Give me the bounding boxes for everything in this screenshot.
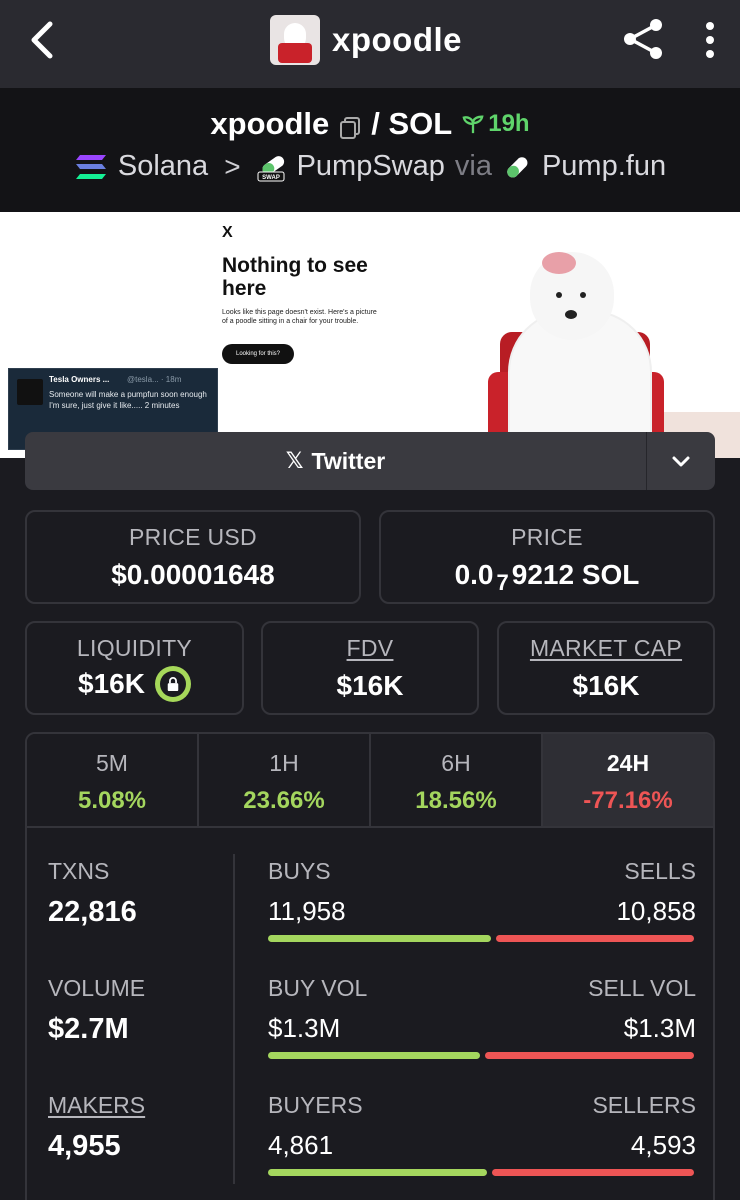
buys-bar [268,935,491,942]
buyers-bar [268,1169,487,1176]
poodle-eye [580,292,586,298]
tab-24h[interactable]: 24H -77.16% [543,734,713,826]
price-native-label: PRICE [511,524,583,550]
twitter-label: Twitter [311,447,386,474]
sellers-value: 4,593 [630,1130,696,1160]
pumpswap-icon: SWAP [257,155,285,181]
header-banner-image: X Nothing to see here Looks like this pa… [0,212,740,458]
banner-subtext: Looks like this page doesn't exist. Here… [222,309,377,325]
twitter-button[interactable]: 𝕏 Twitter [25,432,647,490]
buy-vol-value: $1.3M [268,1013,341,1043]
banner-button: Looking for this? [222,344,294,364]
sellers-bar [492,1169,694,1176]
share-icon[interactable] [620,16,666,62]
volume-label: VOLUME [48,975,146,1001]
launchpad-link[interactable]: Pump.fun [542,150,666,183]
pair-age: 19h [462,110,530,138]
tweet-text: Someone will make a pumpfun soon enough … [49,390,207,410]
sell-vol-value: $1.3M [623,1013,696,1043]
makers-value: 4,955 [48,1130,121,1162]
price-usd-card: PRICE USD $0.00001648 [25,510,361,604]
via-label: via [454,150,492,182]
lock-icon[interactable] [154,666,191,702]
sells-label: SELLS [624,858,696,884]
market-cap-value: $16K [572,670,640,701]
copy-icon[interactable] [339,112,361,139]
txns-label: TXNS [48,858,110,884]
poodle-eye [556,292,562,298]
buys-value: 11,958 [268,896,346,926]
txns-value: 22,816 [48,896,137,928]
tab-1h[interactable]: 1H 23.66% [199,734,371,826]
makers-label[interactable]: MAKERS [48,1092,145,1119]
x-logo-icon: 𝕏 [285,448,304,473]
tab-5m[interactable]: 5M 5.08% [27,734,199,826]
fdv-value: $16K [336,670,404,701]
sells-value: 10,858 [616,896,696,926]
sell-vol-label: SELL VOL [588,975,696,1001]
market-cap-label[interactable]: MARKET CAP [499,635,713,662]
poodle-nose [565,310,577,319]
volume-row: VOLUME $2.7M BUY VOL $1.3M SELL VOL $1.3… [27,973,717,1083]
app-bar: xpoodle [0,0,740,88]
buy-vol-label: BUY VOL [268,975,368,1001]
tweet-handle: @tesla... · 18m [127,375,182,384]
tweet-name: Tesla Owners ... [49,375,110,384]
app-title: xpoodle [332,21,463,58]
dex-link[interactable]: PumpSwap [297,150,445,183]
liquidity-card: LIQUIDITY $16K [25,621,244,715]
banner-headline: Nothing to see here [222,254,368,300]
txns-row: TXNS 22,816 BUYS 11,958 SELLS 10,858 [27,856,717,966]
buy-vol-bar [268,1052,480,1059]
liquidity-label: LIQUIDITY [76,635,193,661]
price-usd-value: $0.00001648 [111,559,275,590]
sellers-label: SELLERS [592,1092,696,1118]
volume-value: $2.7M [48,1013,129,1045]
fdv-label[interactable]: FDV [263,635,477,662]
buys-label: BUYS [268,858,331,884]
buyers-value: 4,861 [268,1130,334,1160]
poodle-bow [542,252,576,274]
sell-vol-bar [485,1052,694,1059]
pair-quote: / SOL [371,106,453,141]
liquidity-value: $16K [27,666,242,702]
chain-link[interactable]: Solana [118,150,208,183]
fdv-card: FDV $16K [261,621,479,715]
solana-logo-icon [75,154,106,179]
back-arrow-icon[interactable] [22,18,62,62]
price-usd-label: PRICE USD [129,524,257,550]
makers-row: MAKERS 4,955 BUYERS 4,861 SELLERS 4,593 [27,1090,717,1200]
stats-panel: TXNS 22,816 BUYS 11,958 SELLS 10,858 VOL… [25,826,715,1200]
more-vertical-icon[interactable] [700,18,720,62]
token-avatar [270,15,320,65]
price-native-value: 0.0 7 9212 SOL [454,559,640,595]
buyers-label: BUYERS [268,1092,363,1118]
tweet-avatar [17,379,43,405]
chevron-down-icon [672,456,690,467]
pair-base: xpoodle [210,106,330,141]
social-dropdown-button[interactable] [647,432,715,490]
sells-bar [496,935,694,942]
token-title: xpoodle [270,14,462,66]
svg-text:SWAP: SWAP [262,175,280,181]
x-logo-icon: X [222,224,233,241]
chevron-right-icon: > [224,150,241,182]
social-links-button: 𝕏 Twitter [25,432,715,490]
tab-6h[interactable]: 6H 18.56% [371,734,543,826]
pair-header: xpoodle / SOL 19h Solana > SWAP PumpSwap… [0,88,740,212]
pill-icon [507,156,528,177]
market-cap-card: MARKET CAP $16K [497,621,715,715]
timeframe-tabs: 5M 5.08% 1H 23.66% 6H 18.56% 24H -77.16% [25,732,715,828]
sprout-icon [462,115,484,134]
price-native-card: PRICE 0.0 7 9212 SOL [379,510,715,604]
